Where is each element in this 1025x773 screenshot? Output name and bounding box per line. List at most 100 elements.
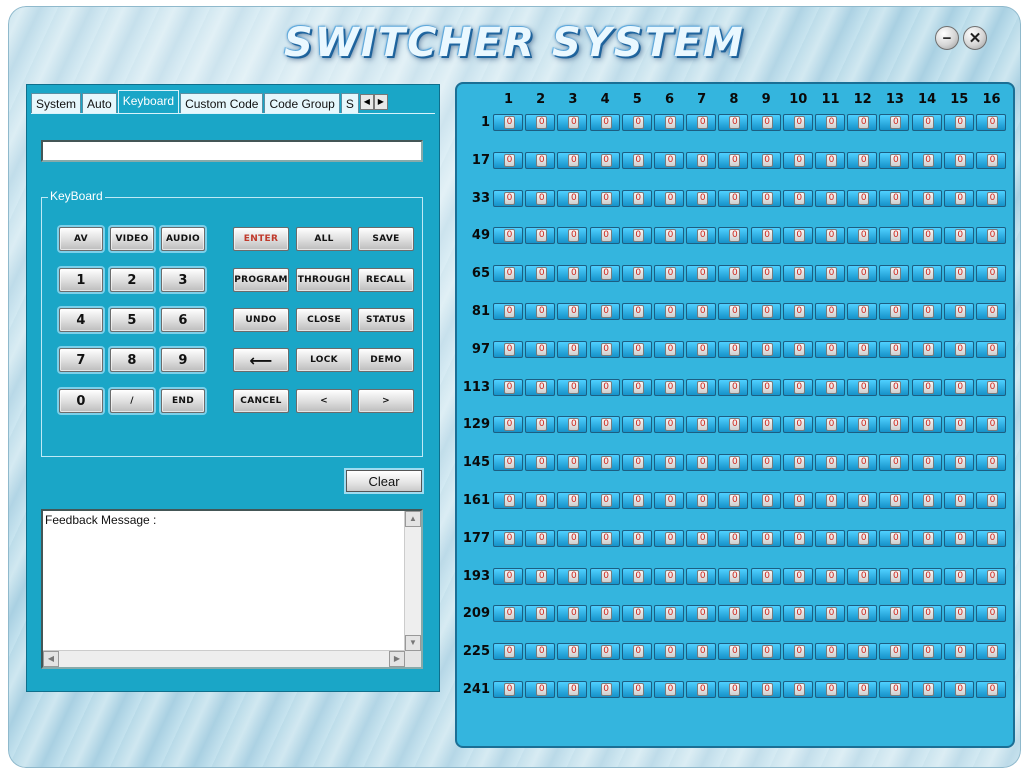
key-4[interactable]: 4	[59, 308, 103, 332]
matrix-cell-button[interactable]: 0	[493, 151, 523, 169]
matrix-cell-button[interactable]: 0	[815, 151, 845, 169]
matrix-cell-button[interactable]: 0	[557, 303, 588, 320]
matrix-cell-button[interactable]: 0	[782, 643, 813, 661]
matrix-cell-button[interactable]: 0	[589, 643, 620, 661]
matrix-cell-button[interactable]: 0	[847, 189, 878, 207]
tab-custom-code[interactable]: Custom Code	[180, 93, 264, 113]
matrix-cell-button[interactable]: 0	[525, 529, 556, 547]
matrix-cell-button[interactable]: 0	[815, 303, 845, 320]
matrix-cell-button[interactable]: 0	[493, 227, 523, 245]
matrix-cell-button[interactable]: 0	[718, 265, 749, 283]
close-key[interactable]: CLOSE	[296, 308, 352, 332]
matrix-cell-button[interactable]: 0	[782, 454, 813, 472]
matrix-cell-button[interactable]: 0	[750, 189, 781, 207]
matrix-cell-button[interactable]: 0	[621, 416, 652, 434]
matrix-cell-button[interactable]: 0	[847, 227, 878, 245]
matrix-cell-button[interactable]: 0	[815, 416, 845, 434]
matrix-cell-button[interactable]: 0	[750, 151, 781, 169]
matrix-cell-button[interactable]: 0	[654, 567, 684, 585]
matrix-cell-button[interactable]: 0	[589, 454, 620, 472]
matrix-cell-button[interactable]: 0	[525, 114, 556, 131]
matrix-cell-button[interactable]: 0	[815, 529, 845, 547]
matrix-cell-button[interactable]: 0	[589, 529, 620, 547]
matrix-cell-button[interactable]: 0	[493, 378, 523, 396]
matrix-cell-button[interactable]: 0	[686, 151, 717, 169]
scroll-up-icon[interactable]: ▲	[405, 511, 421, 527]
matrix-cell-button[interactable]: 0	[557, 340, 588, 358]
matrix-cell-button[interactable]: 0	[621, 567, 652, 585]
audio-key[interactable]: AUDIO	[161, 227, 205, 251]
lock-key[interactable]: LOCK	[296, 348, 352, 372]
matrix-cell-button[interactable]: 0	[847, 340, 878, 358]
matrix-cell-button[interactable]: 0	[621, 227, 652, 245]
matrix-cell-button[interactable]: 0	[847, 114, 878, 131]
matrix-cell-button[interactable]: 0	[654, 416, 684, 434]
av-key[interactable]: AV	[59, 227, 103, 251]
matrix-cell-button[interactable]: 0	[911, 643, 942, 661]
matrix-cell-button[interactable]: 0	[815, 227, 845, 245]
matrix-cell-button[interactable]: 0	[879, 492, 910, 509]
matrix-cell-button[interactable]: 0	[879, 643, 910, 661]
matrix-cell-button[interactable]: 0	[557, 416, 588, 434]
matrix-cell-button[interactable]: 0	[686, 681, 717, 698]
matrix-cell-button[interactable]: 0	[879, 605, 910, 623]
key-7[interactable]: 7	[59, 348, 103, 372]
matrix-cell-button[interactable]: 0	[525, 189, 556, 207]
matrix-cell-button[interactable]: 0	[750, 416, 781, 434]
matrix-cell-button[interactable]: 0	[686, 265, 717, 283]
matrix-cell-button[interactable]: 0	[943, 681, 974, 698]
matrix-cell-button[interactable]: 0	[943, 529, 974, 547]
feedback-box[interactable]: Feedback Message : ▲ ▼ ◀ ▶	[41, 509, 423, 669]
matrix-cell-button[interactable]: 0	[654, 227, 684, 245]
matrix-cell-button[interactable]: 0	[654, 492, 684, 509]
matrix-cell-button[interactable]: 0	[976, 114, 1006, 131]
matrix-cell-button[interactable]: 0	[879, 303, 910, 320]
matrix-cell-button[interactable]: 0	[589, 378, 620, 396]
matrix-cell-button[interactable]: 0	[621, 189, 652, 207]
matrix-cell-button[interactable]: 0	[493, 114, 523, 131]
recall-key[interactable]: RECALL	[358, 268, 414, 292]
video-key[interactable]: VIDEO	[110, 227, 154, 251]
key-3[interactable]: 3	[161, 268, 205, 292]
matrix-cell-button[interactable]: 0	[943, 567, 974, 585]
matrix-cell-button[interactable]: 0	[557, 643, 588, 661]
matrix-cell-button[interactable]: 0	[557, 529, 588, 547]
matrix-cell-button[interactable]: 0	[654, 454, 684, 472]
matrix-cell-button[interactable]: 0	[686, 303, 717, 320]
matrix-cell-button[interactable]: 0	[686, 643, 717, 661]
matrix-cell-button[interactable]: 0	[654, 114, 684, 131]
matrix-cell-button[interactable]: 0	[911, 529, 942, 547]
matrix-cell-button[interactable]: 0	[557, 114, 588, 131]
matrix-cell-button[interactable]: 0	[686, 227, 717, 245]
key-9[interactable]: 9	[161, 348, 205, 372]
matrix-cell-button[interactable]: 0	[493, 265, 523, 283]
matrix-cell-button[interactable]: 0	[589, 567, 620, 585]
matrix-cell-button[interactable]: 0	[943, 189, 974, 207]
matrix-cell-button[interactable]: 0	[750, 643, 781, 661]
matrix-cell-button[interactable]: 0	[782, 189, 813, 207]
matrix-cell-button[interactable]: 0	[911, 378, 942, 396]
matrix-cell-button[interactable]: 0	[621, 492, 652, 509]
matrix-cell-button[interactable]: 0	[847, 567, 878, 585]
key-8[interactable]: 8	[110, 348, 154, 372]
matrix-cell-button[interactable]: 0	[686, 378, 717, 396]
matrix-cell-button[interactable]: 0	[782, 605, 813, 623]
scroll-right-icon[interactable]: ▶	[389, 651, 405, 667]
matrix-cell-button[interactable]: 0	[976, 492, 1006, 509]
matrix-cell-button[interactable]: 0	[654, 643, 684, 661]
matrix-cell-button[interactable]: 0	[815, 567, 845, 585]
matrix-cell-button[interactable]: 0	[621, 114, 652, 131]
matrix-cell-button[interactable]: 0	[782, 303, 813, 320]
matrix-cell-button[interactable]: 0	[750, 492, 781, 509]
matrix-cell-button[interactable]: 0	[493, 340, 523, 358]
tab-scroll-right-icon[interactable]: ▶	[373, 94, 388, 110]
matrix-cell-button[interactable]: 0	[621, 378, 652, 396]
matrix-cell-button[interactable]: 0	[589, 114, 620, 131]
matrix-cell-button[interactable]: 0	[782, 567, 813, 585]
matrix-cell-button[interactable]: 0	[686, 567, 717, 585]
matrix-cell-button[interactable]: 0	[847, 454, 878, 472]
matrix-cell-button[interactable]: 0	[750, 454, 781, 472]
enter-key[interactable]: ENTER	[233, 227, 289, 251]
clear-button[interactable]: Clear	[346, 470, 422, 492]
matrix-cell-button[interactable]: 0	[589, 265, 620, 283]
